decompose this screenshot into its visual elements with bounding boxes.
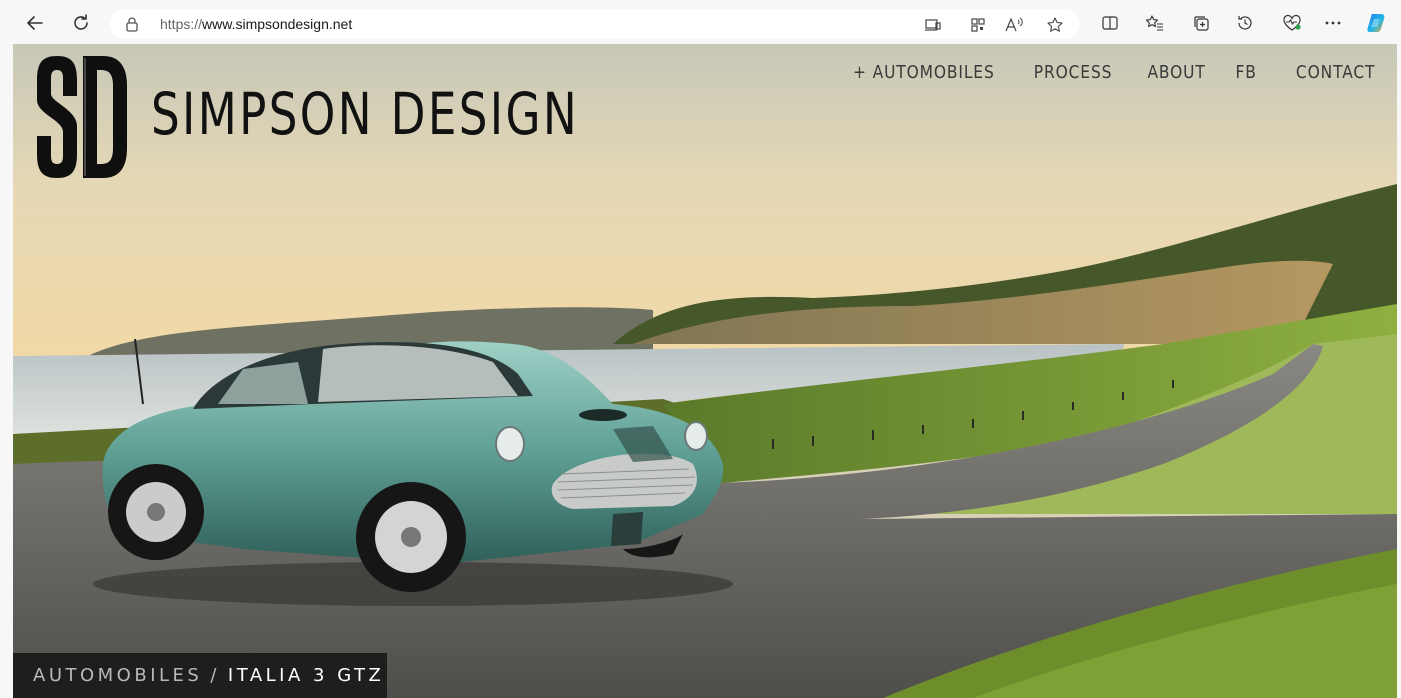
browser-toolbar: https://www.simpsondesign.net	[0, 0, 1401, 44]
url-protocol: https://	[160, 16, 203, 32]
site-logo[interactable]: SIMPSON DESIGN	[33, 54, 593, 180]
back-button[interactable]	[20, 8, 50, 38]
nav-about[interactable]: ABOUT	[1148, 62, 1206, 83]
nav-contact[interactable]: CONTACT	[1296, 62, 1375, 83]
read-aloud-button[interactable]	[1003, 14, 1025, 36]
collections-button[interactable]	[1186, 8, 1216, 38]
performance-button[interactable]	[1277, 8, 1307, 38]
nav-process[interactable]: PROCESS	[1034, 62, 1113, 83]
breadcrumb-current: ITALIA 3 GTZ	[227, 665, 385, 686]
breadcrumb-section-link[interactable]: AUTOMOBILES	[33, 665, 202, 686]
lock-icon[interactable]	[124, 16, 140, 32]
refresh-icon	[74, 14, 88, 30]
qr-code-button[interactable]	[967, 14, 989, 36]
url-host: www.simpsondesign.net	[202, 16, 353, 32]
nav-fb[interactable]: FB	[1235, 62, 1256, 83]
refresh-button[interactable]	[66, 8, 96, 38]
favorite-button[interactable]	[1044, 14, 1066, 36]
more-icon	[1325, 21, 1341, 25]
collections-icon	[1194, 16, 1209, 31]
split-screen-icon	[1102, 16, 1118, 30]
qr-code-icon	[971, 18, 985, 32]
address-bar[interactable]: https://www.simpsondesign.net	[110, 9, 1080, 39]
history-button[interactable]	[1230, 8, 1260, 38]
nav-automobiles[interactable]: + AUTOMOBILES	[853, 62, 995, 83]
sd-monogram-logo	[37, 56, 127, 178]
more-button[interactable]	[1318, 8, 1348, 38]
history-icon	[1238, 16, 1252, 30]
page-viewport: SIMPSON DESIGN + AUTOMOBILES PROCESS ABO…	[13, 44, 1397, 698]
star-icon	[1047, 17, 1063, 32]
arrow-left-icon	[27, 16, 43, 30]
breadcrumb-separator: /	[210, 665, 220, 686]
copilot-icon	[1367, 14, 1385, 32]
breadcrumb: AUTOMOBILES / ITALIA 3 GTZ	[13, 653, 387, 698]
favorites-button[interactable]	[1140, 8, 1170, 38]
split-screen-button[interactable]	[1095, 8, 1125, 38]
app-available-button[interactable]	[922, 14, 944, 36]
read-aloud-icon	[1005, 17, 1023, 32]
favorites-icon	[1145, 15, 1163, 31]
main-nav: + AUTOMOBILES PROCESS ABOUT FB CONTACT	[830, 62, 1375, 83]
heart-pulse-icon	[1283, 14, 1301, 31]
app-available-icon	[925, 19, 941, 31]
url-text[interactable]: https://www.simpsondesign.net	[160, 16, 352, 32]
copilot-button[interactable]	[1362, 8, 1392, 38]
brand-name: SIMPSON DESIGN	[151, 80, 580, 148]
